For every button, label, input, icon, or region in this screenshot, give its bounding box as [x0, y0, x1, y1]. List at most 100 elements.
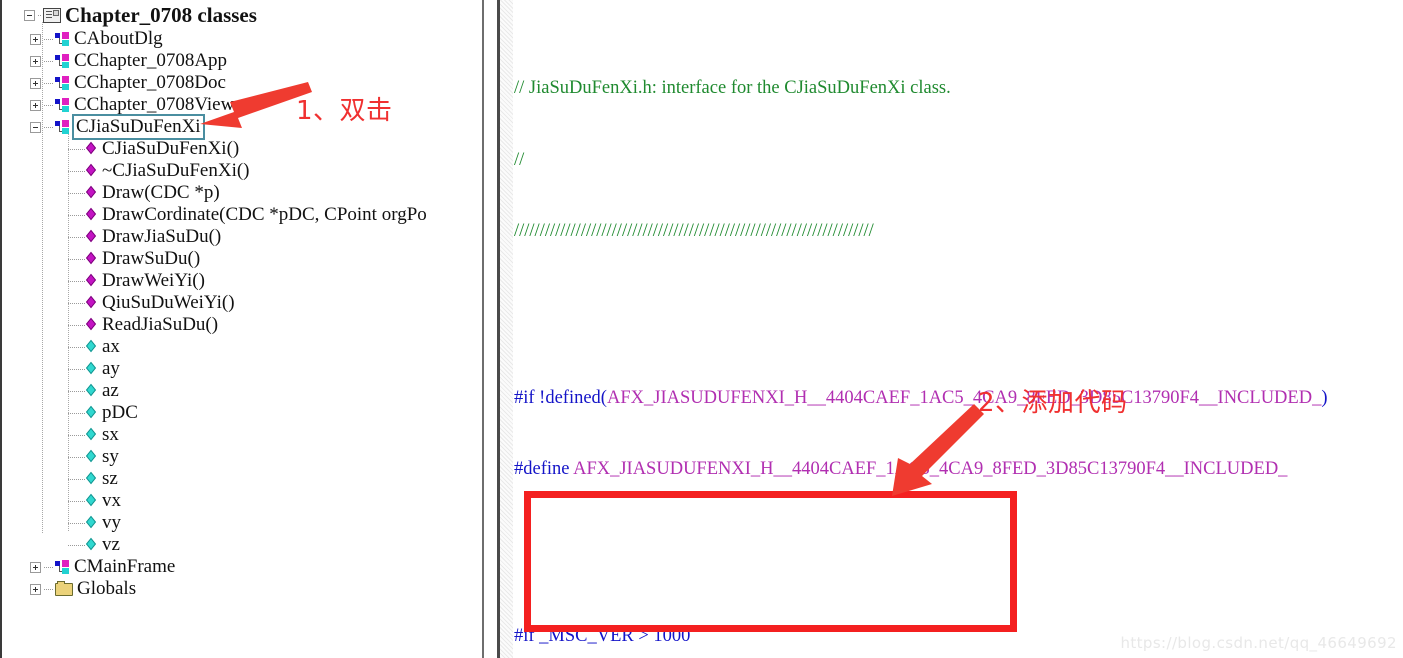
class-icon	[55, 98, 71, 112]
method-icon	[87, 143, 98, 156]
expand-toggle-icon[interactable]	[30, 99, 41, 111]
tree-item-label: sz	[102, 468, 118, 489]
code-comment-blank: //	[514, 149, 525, 170]
variable-icon	[87, 385, 98, 398]
tree-item-variable[interactable]: sy	[2, 446, 482, 468]
method-icon	[87, 319, 98, 332]
tree-item-label: vx	[102, 490, 121, 511]
tree-item-label-selected: CJiaSuDuFenXi	[72, 114, 205, 140]
variable-icon	[87, 473, 98, 486]
code-comment-header: // JiaSuDuFenXi.h: interface for the CJi…	[514, 78, 951, 99]
variable-icon	[87, 517, 98, 530]
tree-item-label: sy	[102, 446, 119, 467]
tree-item-label: Globals	[77, 578, 137, 599]
method-icon	[87, 275, 98, 288]
code-line: // JiaSuDuFenXi.h: interface for the CJi…	[514, 77, 1403, 101]
tree-item-label: DrawJiaSuDu()	[102, 226, 222, 247]
class-icon	[55, 76, 71, 90]
tree-item-cmainframe[interactable]: CMainFrame	[2, 556, 482, 578]
class-icon	[55, 54, 71, 68]
code-comment-rule: ////////////////////////////////////////…	[514, 221, 874, 242]
tree-item-label: Draw(CDC *p)	[102, 182, 220, 203]
tree-item-label: CJiaSuDuFenXi()	[102, 138, 240, 159]
method-icon	[87, 187, 98, 200]
tree-item-variable[interactable]: vy	[2, 512, 482, 534]
tree-item-method[interactable]: DrawCordinate(CDC *pDC, CPoint orgPo	[2, 204, 482, 226]
method-icon	[87, 165, 98, 178]
tree-item-label: QiuSuDuWeiYi()	[102, 292, 235, 313]
method-icon	[87, 231, 98, 244]
variable-icon	[87, 407, 98, 420]
tree-item-cchapter0708app[interactable]: CChapter_0708App	[2, 50, 482, 72]
tree-item-method[interactable]: ~CJiaSuDuFenXi()	[2, 160, 482, 182]
tree-item-method[interactable]: Draw(CDC *p)	[2, 182, 482, 204]
class-icon	[55, 120, 71, 134]
tree-item-label: DrawSuDu()	[102, 248, 201, 269]
tree-item-label: CMainFrame	[74, 556, 176, 577]
code-line: //	[514, 149, 1403, 173]
class-icon	[55, 32, 71, 46]
collapse-toggle-icon[interactable]	[30, 121, 41, 133]
method-icon	[87, 253, 98, 266]
code-editor-panel[interactable]: // JiaSuDuFenXi.h: interface for the CJi…	[488, 0, 1403, 658]
step1-annotation-label: 1、双击	[296, 96, 393, 126]
method-icon	[87, 297, 98, 310]
tree-item-label: az	[102, 380, 119, 401]
tree-item-variable[interactable]: sx	[2, 424, 482, 446]
preproc-if-defined: #if !defined(	[514, 387, 607, 408]
method-icon	[87, 209, 98, 222]
tree-item-label: pDC	[102, 402, 138, 423]
tree-item-label: ay	[102, 358, 120, 379]
tree-item-label: DrawWeiYi()	[102, 270, 205, 291]
tree-item-label: ~CJiaSuDuFenXi()	[102, 160, 250, 181]
tree-item-label: ReadJiaSuDu()	[102, 314, 219, 335]
tree-item-label: vy	[102, 512, 121, 533]
tree-item-caboutdlg[interactable]: CAboutDlg	[2, 28, 482, 50]
tree-item-variable[interactable]: sz	[2, 468, 482, 490]
paren-close: )	[1321, 387, 1328, 408]
tree-item-method[interactable]: QiuSuDuWeiYi()	[2, 292, 482, 314]
step2-arrow-icon	[892, 404, 984, 496]
editor-gutter[interactable]	[500, 0, 513, 658]
expand-toggle-icon[interactable]	[30, 55, 41, 67]
tree-item-method[interactable]: ReadJiaSuDu()	[2, 314, 482, 336]
tree-item-variable[interactable]: vx	[2, 490, 482, 512]
tree-item-label: ax	[102, 336, 120, 357]
code-line: ////////////////////////////////////////…	[514, 220, 1403, 244]
tree-root-workspace[interactable]: Chapter_0708 classes	[2, 2, 482, 28]
tree-item-label: DrawCordinate(CDC *pDC, CPoint orgPo	[102, 204, 427, 225]
source-code-text[interactable]: // JiaSuDuFenXi.h: interface for the CJi…	[514, 0, 1403, 658]
expand-toggle-icon[interactable]	[30, 561, 41, 573]
tree-item-variable[interactable]: pDC	[2, 402, 482, 424]
expand-toggle-icon[interactable]	[30, 583, 41, 595]
preproc-define: #define	[514, 459, 574, 480]
collapse-toggle-root[interactable]	[24, 9, 35, 21]
tree-item-method[interactable]: CJiaSuDuFenXi()	[2, 138, 482, 160]
tree-item-label: CChapter_0708App	[74, 50, 228, 71]
step2-annotation-label: 2、添加代码	[978, 388, 1128, 418]
variable-icon	[87, 341, 98, 354]
variable-icon	[87, 429, 98, 442]
tree-item-label: vz	[102, 534, 120, 555]
preproc-msc-if: #if _MSC_VER > 1000	[514, 625, 691, 646]
tree-item-variable[interactable]: ay	[2, 358, 482, 380]
expand-toggle-icon[interactable]	[30, 33, 41, 45]
watermark-text: https://blog.csdn.net/qq_46649692	[1120, 634, 1397, 652]
tree-item-variable[interactable]: ax	[2, 336, 482, 358]
folder-icon	[55, 580, 73, 596]
tree-item-variable[interactable]: az	[2, 380, 482, 402]
tree-item-variable[interactable]: vz	[2, 534, 482, 556]
variable-icon	[87, 539, 98, 552]
tree-item-globals[interactable]: Globals	[2, 578, 482, 600]
workspace-icon	[43, 7, 61, 23]
tree-item-method[interactable]: DrawJiaSuDu()	[2, 226, 482, 248]
expand-toggle-icon[interactable]	[30, 77, 41, 89]
tree-item-label: sx	[102, 424, 119, 445]
tree-item-method[interactable]: DrawSuDu()	[2, 248, 482, 270]
tree-root-label: Chapter_0708 classes	[65, 3, 257, 27]
tree-item-label: CAboutDlg	[74, 28, 163, 49]
tree-item-method[interactable]: DrawWeiYi()	[2, 270, 482, 292]
class-icon	[55, 560, 71, 574]
